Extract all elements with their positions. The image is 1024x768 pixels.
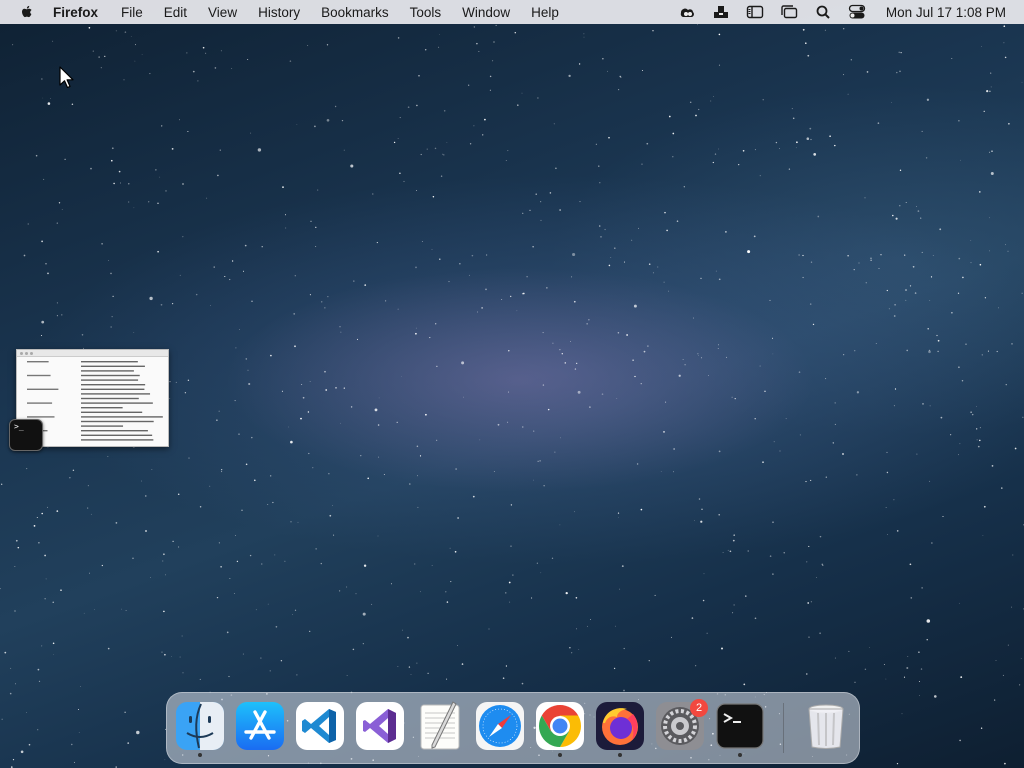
dock-separator xyxy=(783,703,784,753)
status-area: Mon Jul 17 1:08 PM xyxy=(678,0,1024,24)
visual-studio-icon xyxy=(356,702,404,750)
menu-edit[interactable]: Edit xyxy=(164,5,187,20)
stage-manager-icon[interactable] xyxy=(780,4,798,20)
running-indicator xyxy=(738,753,742,757)
dock-app-vscode[interactable] xyxy=(295,701,345,751)
terminal-thumbnail-icon[interactable]: >_ xyxy=(9,419,43,451)
menu-window[interactable]: Window xyxy=(462,5,510,20)
menu-help[interactable]: Help xyxy=(531,5,559,20)
trash-icon xyxy=(808,704,844,749)
terminal-icon xyxy=(716,703,764,749)
dock-app-terminal[interactable] xyxy=(715,701,765,757)
dock-app-app-store[interactable] xyxy=(235,701,285,751)
dock-app-finder[interactable] xyxy=(175,701,225,757)
app-store-icon xyxy=(236,702,284,750)
menu-app-name[interactable]: Firefox xyxy=(53,5,98,20)
terminal-prompt-glyph: >_ xyxy=(14,422,24,431)
sidebar-icon[interactable] xyxy=(746,4,764,20)
vscode-icon xyxy=(296,702,344,750)
menu-file[interactable]: File xyxy=(121,5,143,20)
inbox-tray-icon[interactable] xyxy=(712,4,730,20)
safari-icon xyxy=(476,702,524,750)
creative-cloud-icon[interactable] xyxy=(678,4,696,20)
apple-icon[interactable] xyxy=(19,4,35,20)
finder-icon xyxy=(176,702,224,750)
dock-app-safari[interactable] xyxy=(475,701,525,751)
notification-badge: 2 xyxy=(690,699,708,717)
menu-view[interactable]: View xyxy=(208,5,237,20)
running-indicator xyxy=(558,753,562,757)
menu-bookmarks[interactable]: Bookmarks xyxy=(321,5,389,20)
menu-history[interactable]: History xyxy=(258,5,300,20)
menu-tools[interactable]: Tools xyxy=(410,5,442,20)
dock-app-textedit[interactable] xyxy=(415,701,465,751)
search-icon[interactable] xyxy=(814,4,832,20)
running-indicator xyxy=(618,753,622,757)
dock: 2 xyxy=(166,692,860,764)
menu-bar: Firefox File Edit View History Bookmarks… xyxy=(0,0,1024,24)
dock-app-chrome[interactable] xyxy=(535,701,585,757)
dock-app-trash[interactable] xyxy=(801,701,851,751)
firefox-icon xyxy=(596,702,644,750)
dock-app-firefox[interactable] xyxy=(595,701,645,757)
chrome-icon xyxy=(536,702,584,750)
thumbnail-title-bar xyxy=(17,350,168,357)
dock-app-system-settings[interactable]: 2 xyxy=(655,699,708,751)
control-center-icon[interactable] xyxy=(848,4,866,20)
running-indicator xyxy=(198,753,202,757)
mouse-pointer-icon xyxy=(59,66,74,89)
dock-app-visual-studio[interactable] xyxy=(355,701,405,751)
menu-bar-clock[interactable]: Mon Jul 17 1:08 PM xyxy=(886,5,1006,20)
textedit-icon xyxy=(420,701,460,750)
